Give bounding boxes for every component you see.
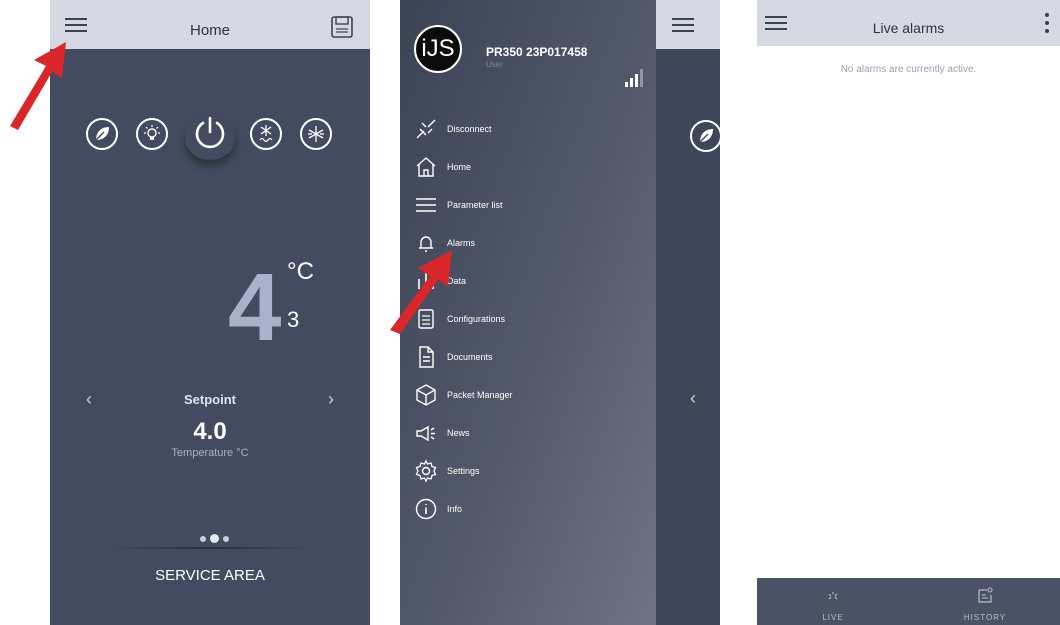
page-indicator (198, 530, 231, 548)
menu-item-info[interactable]: Info (414, 497, 644, 525)
gear-icon (415, 459, 437, 483)
menu-item-documents[interactable]: Documents (414, 345, 644, 373)
menu-item-label: Home (447, 162, 472, 172)
history-icon (978, 587, 993, 603)
menu-item-label: News (447, 428, 470, 438)
floppy-disk-icon[interactable] (330, 15, 354, 39)
power-icon[interactable] (191, 114, 229, 152)
defrost-icon[interactable] (250, 118, 282, 150)
list-icon (416, 198, 436, 212)
temperature-decimal: 3 (287, 307, 300, 332)
info-icon (415, 498, 437, 520)
divider (110, 547, 310, 549)
hamburger-icon[interactable] (672, 16, 694, 34)
home-icon (416, 157, 436, 177)
menu-item-disconnect[interactable]: Disconnect (414, 117, 644, 145)
signal-strength-icon (625, 69, 643, 87)
setpoint-label: Setpoint (184, 392, 236, 407)
menu-item-label: Info (447, 504, 463, 514)
setpoint-prev-arrow: ‹ (690, 388, 696, 408)
tab-history-label: HISTORY (963, 613, 1007, 622)
user-label: User (486, 60, 503, 69)
service-area-button[interactable]: SERVICE AREA (50, 567, 370, 584)
alarms-top-bar: Live alarms (757, 0, 1060, 46)
light-icon[interactable] (136, 118, 168, 150)
alarms-tab-bar: LIVE HISTORY (757, 578, 1060, 625)
setpoint-value: 4.0 (193, 418, 227, 445)
home-top-bar: Home (50, 0, 370, 49)
tab-history[interactable]: HISTORY (909, 578, 1060, 625)
kebab-menu-icon[interactable] (1044, 12, 1050, 34)
setpoint-sub-label: Temperature °C (171, 447, 249, 459)
menu-item-settings[interactable]: Settings (414, 459, 644, 487)
menu-item-label: Documents (447, 352, 493, 362)
package-icon (416, 384, 436, 406)
menu-item-label: Settings (447, 466, 480, 476)
annotation-arrow-menu (10, 42, 66, 130)
background-top-bar (656, 0, 720, 49)
leaf-icon (690, 120, 720, 152)
temperature-unit: °C (287, 258, 314, 285)
tab-live-label: LIVE (822, 613, 844, 622)
megaphone-icon (416, 425, 435, 442)
live-alarms-screen: Live alarms No alarms are currently acti… (757, 0, 1060, 625)
document-icon (419, 346, 434, 368)
menu-item-parameter-list[interactable]: Parameter list (414, 193, 644, 221)
menu-item-label: Parameter list (447, 200, 503, 210)
home-title: Home (189, 22, 230, 39)
menu-item-home[interactable]: Home (414, 155, 644, 183)
temperature-integer: 4 (228, 254, 282, 361)
fan-icon[interactable] (300, 118, 332, 150)
menu-item-news[interactable]: News (414, 421, 644, 449)
tab-live[interactable]: LIVE (757, 578, 909, 625)
annotation-arrow-alarms (390, 250, 452, 334)
brand-logo: iJS (414, 25, 462, 73)
disconnect-icon (416, 119, 436, 139)
menu-item-label: Packet Manager (447, 390, 513, 400)
home-screen: Home 4 °C 3 ‹ › Setpoint 4.0 Temperature… (50, 0, 370, 625)
leaf-icon[interactable] (86, 118, 118, 150)
menu-item-packet-manager[interactable]: Packet Manager (414, 383, 644, 411)
menu-item-label: Disconnect (447, 124, 492, 134)
alarms-title: Live alarms (872, 20, 945, 36)
device-name: PR350 23P017458 (486, 45, 588, 59)
empty-alarms-message: No alarms are currently active. (840, 64, 977, 75)
live-alarm-icon (828, 592, 838, 600)
